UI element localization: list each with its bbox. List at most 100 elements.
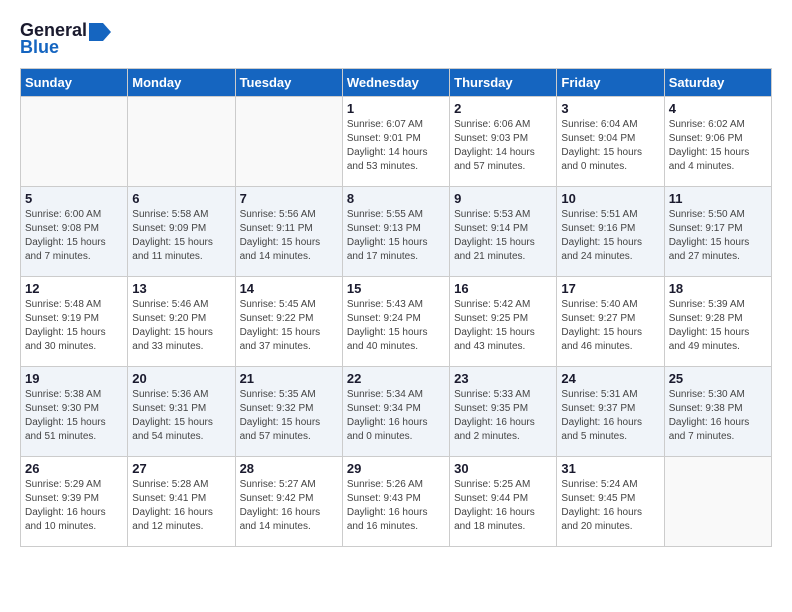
day-info: Sunrise: 5:31 AM Sunset: 9:37 PM Dayligh…	[561, 388, 659, 444]
day-cell: 6Sunrise: 5:58 AM Sunset: 9:09 PM Daylig…	[128, 187, 235, 277]
day-cell	[235, 97, 342, 187]
day-number: 29	[347, 461, 445, 476]
week-row-2: 5 Sunrise: 6:00 AM Sunset: 9:08 PM Daylig…	[21, 187, 772, 277]
day-info: Sunrise: 5:35 AM Sunset: 9:32 PM Dayligh…	[240, 388, 338, 444]
day-number: 24	[561, 371, 659, 386]
day-info: Sunrise: 5:42 AM Sunset: 9:25 PM Dayligh…	[454, 298, 552, 354]
day-number: 3	[561, 101, 659, 116]
header-sunday: Sunday	[21, 69, 128, 97]
day-info: Sunrise: 6:02 AM Sunset: 9:06 PM Dayligh…	[669, 118, 767, 174]
day-cell: 12Sunrise: 5:48 AM Sunset: 9:19 PM Dayli…	[21, 277, 128, 367]
day-info: Sunrise: 6:06 AM Sunset: 9:03 PM Dayligh…	[454, 118, 552, 174]
day-number: 10	[561, 191, 659, 206]
day-cell: 16 Sunrise: 5:42 AM Sunset: 9:25 PM Dayli…	[450, 277, 557, 367]
header-tuesday: Tuesday	[235, 69, 342, 97]
day-number: 12	[25, 281, 123, 296]
day-cell: 20 Sunrise: 5:36 AM Sunset: 9:31 PM Dayli…	[128, 367, 235, 457]
day-number: 26	[25, 461, 123, 476]
day-number: 5	[25, 191, 123, 206]
day-cell: 19 Sunrise: 5:38 AM Sunset: 9:30 PM Dayli…	[21, 367, 128, 457]
day-number: 16	[454, 281, 552, 296]
day-cell	[128, 97, 235, 187]
week-row-3: 12Sunrise: 5:48 AM Sunset: 9:19 PM Dayli…	[21, 277, 772, 367]
day-cell: 24 Sunrise: 5:31 AM Sunset: 9:37 PM Dayli…	[557, 367, 664, 457]
day-cell: 5 Sunrise: 6:00 AM Sunset: 9:08 PM Daylig…	[21, 187, 128, 277]
page-header: General Blue	[20, 20, 772, 58]
day-cell: 29 Sunrise: 5:26 AM Sunset: 9:43 PM Dayli…	[342, 457, 449, 547]
day-cell: 8 Sunrise: 5:55 AM Sunset: 9:13 PM Daylig…	[342, 187, 449, 277]
day-number: 9	[454, 191, 552, 206]
day-cell: 22 Sunrise: 5:34 AM Sunset: 9:34 PM Dayli…	[342, 367, 449, 457]
day-info: Sunrise: 5:38 AM Sunset: 9:30 PM Dayligh…	[25, 388, 123, 444]
day-info: Sunrise: 5:40 AM Sunset: 9:27 PM Dayligh…	[561, 298, 659, 354]
day-info: Sunrise: 6:04 AM Sunset: 9:04 PM Dayligh…	[561, 118, 659, 174]
day-info: Sunrise: 5:29 AM Sunset: 9:39 PM Dayligh…	[25, 478, 123, 534]
day-number: 6	[132, 191, 230, 206]
day-cell: 11 Sunrise: 5:50 AM Sunset: 9:17 PM Dayli…	[664, 187, 771, 277]
header-friday: Friday	[557, 69, 664, 97]
day-info: Sunrise: 5:55 AM Sunset: 9:13 PM Dayligh…	[347, 208, 445, 264]
day-cell: 18 Sunrise: 5:39 AM Sunset: 9:28 PM Dayli…	[664, 277, 771, 367]
day-cell: 3 Sunrise: 6:04 AM Sunset: 9:04 PM Daylig…	[557, 97, 664, 187]
day-cell	[664, 457, 771, 547]
day-info: Sunrise: 5:46 AM Sunset: 9:20 PM Dayligh…	[132, 298, 230, 354]
day-cell: 9 Sunrise: 5:53 AM Sunset: 9:14 PM Daylig…	[450, 187, 557, 277]
header-monday: Monday	[128, 69, 235, 97]
day-info: Sunrise: 5:26 AM Sunset: 9:43 PM Dayligh…	[347, 478, 445, 534]
day-info: Sunrise: 5:34 AM Sunset: 9:34 PM Dayligh…	[347, 388, 445, 444]
day-number: 31	[561, 461, 659, 476]
header-saturday: Saturday	[664, 69, 771, 97]
day-cell: 14Sunrise: 5:45 AM Sunset: 9:22 PM Dayli…	[235, 277, 342, 367]
day-cell: 10 Sunrise: 5:51 AM Sunset: 9:16 PM Dayli…	[557, 187, 664, 277]
day-info: Sunrise: 5:25 AM Sunset: 9:44 PM Dayligh…	[454, 478, 552, 534]
logo-arrow-icon	[89, 23, 111, 41]
day-cell: 26 Sunrise: 5:29 AM Sunset: 9:39 PM Dayli…	[21, 457, 128, 547]
day-info: Sunrise: 5:28 AM Sunset: 9:41 PM Dayligh…	[132, 478, 230, 534]
week-row-5: 26 Sunrise: 5:29 AM Sunset: 9:39 PM Dayli…	[21, 457, 772, 547]
day-info: Sunrise: 5:24 AM Sunset: 9:45 PM Dayligh…	[561, 478, 659, 534]
day-cell: 15 Sunrise: 5:43 AM Sunset: 9:24 PM Dayli…	[342, 277, 449, 367]
day-number: 8	[347, 191, 445, 206]
day-number: 15	[347, 281, 445, 296]
day-info: Sunrise: 6:07 AM Sunset: 9:01 PM Dayligh…	[347, 118, 445, 174]
week-row-4: 19 Sunrise: 5:38 AM Sunset: 9:30 PM Dayli…	[21, 367, 772, 457]
day-number: 4	[669, 101, 767, 116]
day-info: Sunrise: 5:43 AM Sunset: 9:24 PM Dayligh…	[347, 298, 445, 354]
day-info: Sunrise: 5:56 AM Sunset: 9:11 PM Dayligh…	[240, 208, 338, 264]
header-wednesday: Wednesday	[342, 69, 449, 97]
day-info: Sunrise: 5:36 AM Sunset: 9:31 PM Dayligh…	[132, 388, 230, 444]
header-thursday: Thursday	[450, 69, 557, 97]
day-info: Sunrise: 5:45 AM Sunset: 9:22 PM Dayligh…	[240, 298, 338, 354]
day-number: 27	[132, 461, 230, 476]
day-cell: 7 Sunrise: 5:56 AM Sunset: 9:11 PM Daylig…	[235, 187, 342, 277]
day-info: Sunrise: 5:50 AM Sunset: 9:17 PM Dayligh…	[669, 208, 767, 264]
day-number: 18	[669, 281, 767, 296]
day-cell: 13 Sunrise: 5:46 AM Sunset: 9:20 PM Dayli…	[128, 277, 235, 367]
day-cell: 27 Sunrise: 5:28 AM Sunset: 9:41 PM Dayli…	[128, 457, 235, 547]
day-number: 19	[25, 371, 123, 386]
logo-blue-text: Blue	[20, 37, 59, 58]
day-number: 22	[347, 371, 445, 386]
day-number: 11	[669, 191, 767, 206]
day-number: 25	[669, 371, 767, 386]
day-cell	[21, 97, 128, 187]
day-cell: 23Sunrise: 5:33 AM Sunset: 9:35 PM Dayli…	[450, 367, 557, 457]
day-number: 13	[132, 281, 230, 296]
header-row: SundayMondayTuesdayWednesdayThursdayFrid…	[21, 69, 772, 97]
day-info: Sunrise: 5:27 AM Sunset: 9:42 PM Dayligh…	[240, 478, 338, 534]
day-info: Sunrise: 5:51 AM Sunset: 9:16 PM Dayligh…	[561, 208, 659, 264]
day-info: Sunrise: 5:53 AM Sunset: 9:14 PM Dayligh…	[454, 208, 552, 264]
day-number: 20	[132, 371, 230, 386]
day-number: 17	[561, 281, 659, 296]
day-number: 30	[454, 461, 552, 476]
week-row-1: 1Sunrise: 6:07 AM Sunset: 9:01 PM Daylig…	[21, 97, 772, 187]
logo: General Blue	[20, 20, 111, 58]
day-cell: 4 Sunrise: 6:02 AM Sunset: 9:06 PM Daylig…	[664, 97, 771, 187]
day-number: 2	[454, 101, 552, 116]
day-cell: 30 Sunrise: 5:25 AM Sunset: 9:44 PM Dayli…	[450, 457, 557, 547]
day-number: 7	[240, 191, 338, 206]
day-cell: 25Sunrise: 5:30 AM Sunset: 9:38 PM Dayli…	[664, 367, 771, 457]
day-number: 21	[240, 371, 338, 386]
day-info: Sunrise: 6:00 AM Sunset: 9:08 PM Dayligh…	[25, 208, 123, 264]
day-info: Sunrise: 5:39 AM Sunset: 9:28 PM Dayligh…	[669, 298, 767, 354]
